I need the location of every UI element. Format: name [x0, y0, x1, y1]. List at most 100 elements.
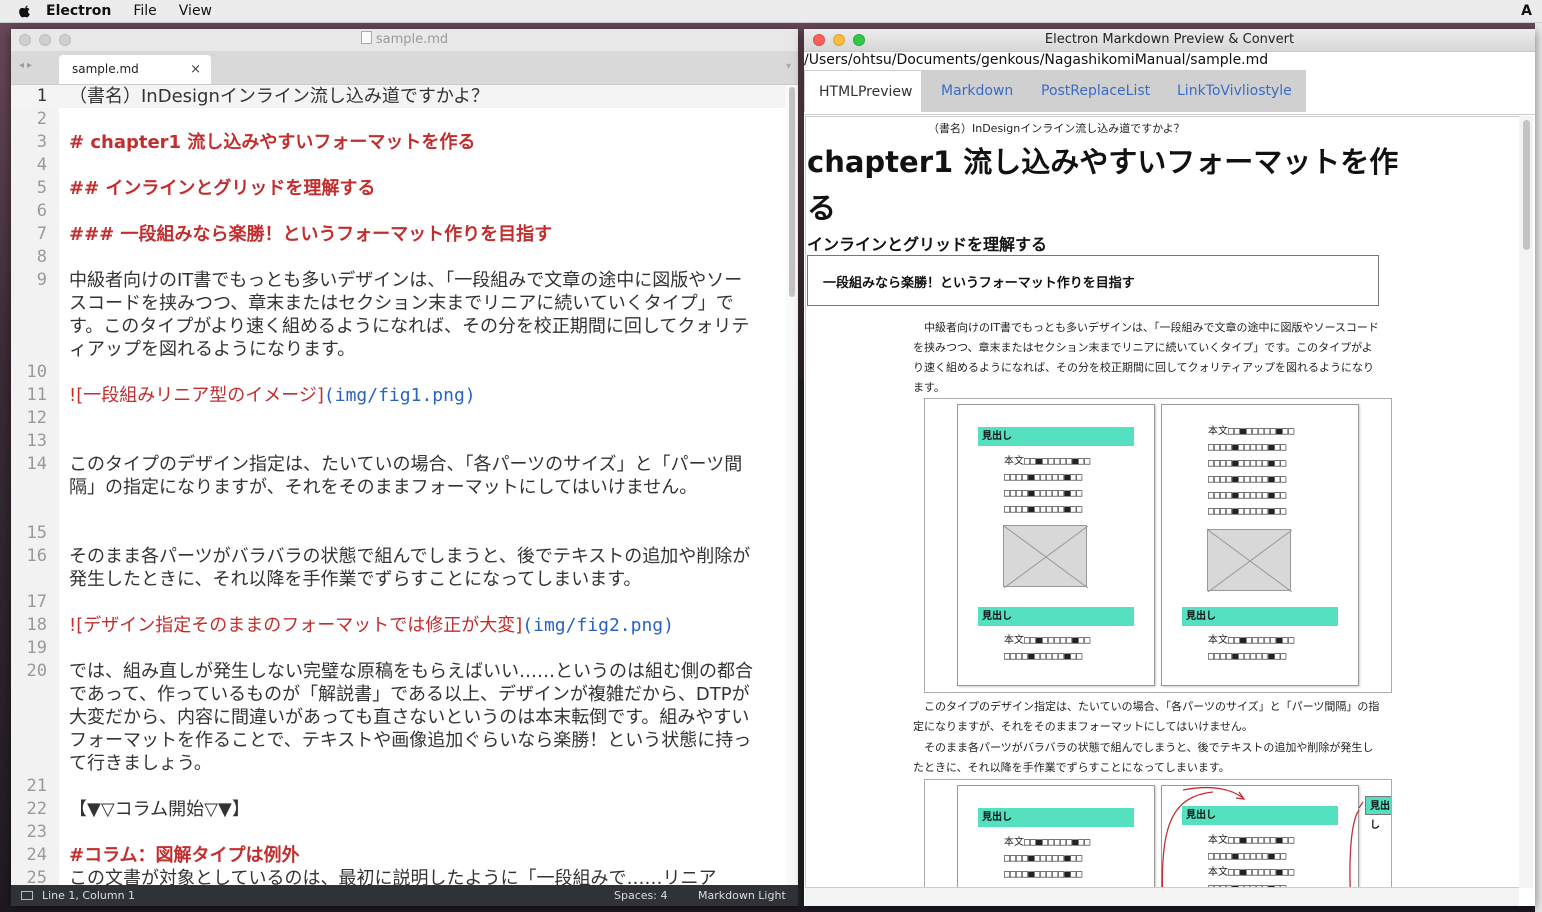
minimize-button[interactable]	[39, 34, 51, 46]
line-number: 16	[26, 546, 47, 566]
figure-text-row: □□□□■□□□□□■□□	[1004, 853, 1083, 864]
apple-icon[interactable]	[18, 4, 32, 18]
tab-dropdown-icon[interactable]: ▾	[786, 61, 791, 72]
line-number: 19	[26, 638, 47, 658]
figure-text-row: □□□□■□□□□□■□□	[1208, 474, 1287, 485]
line-number: 4	[36, 155, 47, 175]
figure-page-left: 見出し 本文□□■□□□□□■□□ □□□□■□□□□□■□□ □□□□■□□□…	[957, 785, 1155, 887]
minimize-button[interactable]	[833, 34, 845, 46]
tab-nav-arrows-icon[interactable]: ◂▸	[19, 60, 35, 71]
image-url: (img/fig2.png)	[522, 615, 674, 636]
code-line-column-start: 【▼▽コラム開始▽▼】	[69, 799, 250, 820]
tab-close-icon[interactable]: ×	[190, 55, 201, 84]
code-line-paragraph: このタイプのデザイン指定は、たいていの場合、「各パーツのサイズ」と「パーツ間隔」…	[69, 454, 743, 498]
menu-view[interactable]: View	[179, 3, 212, 19]
line-number: 6	[36, 201, 47, 221]
image-url: (img/fig1.png)	[323, 385, 476, 406]
window-controls	[19, 34, 71, 46]
tab-link-to-vivliostyle[interactable]: LinkToVivliostyle	[1163, 70, 1306, 112]
preview-title: Electron Markdown Preview & Convert	[1044, 32, 1295, 47]
line-number: 1	[36, 86, 47, 106]
panel-toggle-icon[interactable]	[21, 891, 33, 900]
cursor-position: Line 1, Column 1	[42, 889, 136, 902]
editor-title: sample.md	[375, 32, 449, 47]
menu-file[interactable]: File	[133, 3, 156, 19]
preview-tabs: HTMLPreview Markdown PostReplaceList Lin…	[804, 70, 1535, 115]
editor-text-area[interactable]: 1 2 3 4 5 6 7 8 9 10 11 12 13 14 15 16 1…	[11, 85, 786, 885]
code-line-paragraph: では、組み直しが発生しない完璧な原稿をもらえばいい……というのは組む側の都合であ…	[69, 661, 753, 774]
line-number: 11	[26, 385, 47, 405]
adobe-menubar-icon[interactable]: A	[1521, 3, 1532, 19]
preview-paragraph-2: このタイプのデザイン指定は、たいていの場合、「各パーツのサイズ」と「パーツ間隔」…	[913, 700, 1380, 733]
editor-scrollbar[interactable]	[786, 85, 798, 885]
code-line-paragraph: そのまま各パーツがバラバラの状態で組んでしまうと、後でテキストの追加や削除が発生…	[69, 546, 751, 590]
syntax-selector[interactable]: Markdown Light	[698, 885, 786, 906]
figure-text-row: 本文□□■□□□□□■□□	[1004, 456, 1091, 467]
code-line-book-title: （書名）InDesignインライン流し込み道ですかよ？	[69, 86, 489, 107]
image-placeholder-icon	[1207, 529, 1292, 592]
code-line-h2: ## インラインとグリッドを理解する	[69, 178, 376, 199]
image-placeholder-icon	[1003, 525, 1088, 588]
tab-markdown[interactable]: Markdown	[927, 70, 1028, 112]
figure-page-right: 本文□□■□□□□□■□□ □□□□■□□□□□■□□ □□□□■□□□□□■□…	[1161, 404, 1359, 686]
file-path: /Users/ohtsu/Documents/genkous/Nagashiko…	[804, 52, 1269, 68]
figure-page-left: 見出し 本文□□■□□□□□■□□ □□□□■□□□□□■□□ □□□□■□□□…	[957, 404, 1155, 686]
line-number: 25	[26, 868, 47, 885]
figure-text-row: □□□□■□□□□□■□□	[1004, 651, 1083, 662]
line-number: 23	[26, 822, 47, 842]
figure-text-row: □□□□■□□□□□■□□	[1208, 506, 1287, 517]
line-number: 22	[26, 799, 47, 819]
line-number: 8	[36, 247, 47, 267]
code-line-h3: ### 一段組みなら楽勝！というフォーマット作りを目指す	[69, 224, 553, 245]
figure-1: 見出し 本文□□■□□□□□■□□ □□□□■□□□□□■□□ □□□□■□□□…	[924, 398, 1392, 693]
image-alt-text: [一段組みリニア型のイメージ]	[76, 385, 324, 406]
line-number: 7	[36, 224, 47, 244]
menu-electron[interactable]: Electron	[46, 3, 111, 19]
code-line-image-link: ![一段組みリニア型のイメージ](img/fig1.png)	[69, 384, 759, 407]
tab-sample-md[interactable]: sample.md ×	[59, 55, 211, 84]
line-number: 13	[26, 431, 47, 451]
menu-bar: Electron File View A	[0, 0, 1542, 23]
preview-paragraph-3: そのまま各パーツがバラバラの状態で組んでしまうと、後でテキストの追加や削除が発生…	[913, 741, 1374, 774]
preview-horizontal-scrollbar[interactable]	[805, 888, 1519, 906]
tab-html-preview[interactable]: HTMLPreview	[804, 70, 922, 112]
code-line-image-link: ![デザイン指定そのままのフォーマットでは修正が大変](img/fig2.png…	[69, 614, 759, 637]
editor-window: sample.md ◂▸ sample.md × ▾ 1 2 3 4 5 6 7…	[11, 29, 798, 906]
preview-titlebar: Electron Markdown Preview & Convert	[804, 29, 1535, 52]
preview-paragraph-1: 中級者向けのIT書でもっとも多いデザインは、「一段組みで文章の途中に図版やソース…	[913, 321, 1379, 394]
close-button[interactable]	[19, 34, 31, 46]
window-controls	[813, 34, 865, 46]
preview-h2: インラインとグリッドを理解する	[807, 235, 1048, 254]
line-number: 5	[36, 178, 47, 198]
scroll-thumb[interactable]	[789, 87, 795, 297]
line-number: 20	[26, 661, 47, 681]
code-line-paragraph: この文書が対象としているのは、最初に説明したように「一段組みで……リニア	[69, 868, 717, 885]
zoom-button[interactable]	[59, 34, 71, 46]
line-number: 24	[26, 845, 47, 865]
figure-text-row: □□□□■□□□□□■□□	[1208, 458, 1287, 469]
figure-text-row: □□□□■□□□□□■□□	[1004, 472, 1083, 483]
line-number: 17	[26, 592, 47, 612]
move-arrow-icon	[1161, 786, 1364, 887]
editor-tab-bar: ◂▸ sample.md × ▾	[11, 51, 798, 85]
figure-text-row: □□□□■□□□□□■□□	[1208, 490, 1287, 501]
scroll-thumb[interactable]	[1523, 120, 1530, 250]
figure-text-row: 本文□□■□□□□□■□□	[1208, 635, 1295, 646]
zoom-button[interactable]	[853, 34, 865, 46]
code-line-column-heading: #コラム：図解タイプは例外	[69, 845, 300, 866]
line-number: 21	[26, 776, 47, 796]
figure-2: 見出し 本文□□■□□□□□■□□ □□□□■□□□□□■□□ □□□□■□□□…	[924, 779, 1392, 887]
close-button[interactable]	[813, 34, 825, 46]
desktop-edge	[1535, 22, 1542, 912]
figure-text-row: □□□□■□□□□□■□□	[1208, 442, 1287, 453]
figure-text-row: 本文□□■□□□□□■□□	[1004, 635, 1091, 646]
html-preview-pane[interactable]: （書名）InDesignインライン流し込み道ですかよ？ chapter1 流し込…	[805, 116, 1521, 888]
indentation-setting[interactable]: Spaces: 4	[614, 885, 667, 906]
preview-scrollbar[interactable]	[1519, 116, 1533, 888]
line-number: 3	[36, 132, 47, 152]
tab-post-replace-list[interactable]: PostReplaceList	[1027, 70, 1165, 112]
figure-heading-bar: 見出し	[978, 427, 1134, 446]
line-number: 18	[26, 615, 47, 635]
figure-text-row: □□□□■□□□□□■□□	[1004, 869, 1083, 880]
figure-text-row: □□□□■□□□□□■□□	[1004, 488, 1083, 499]
